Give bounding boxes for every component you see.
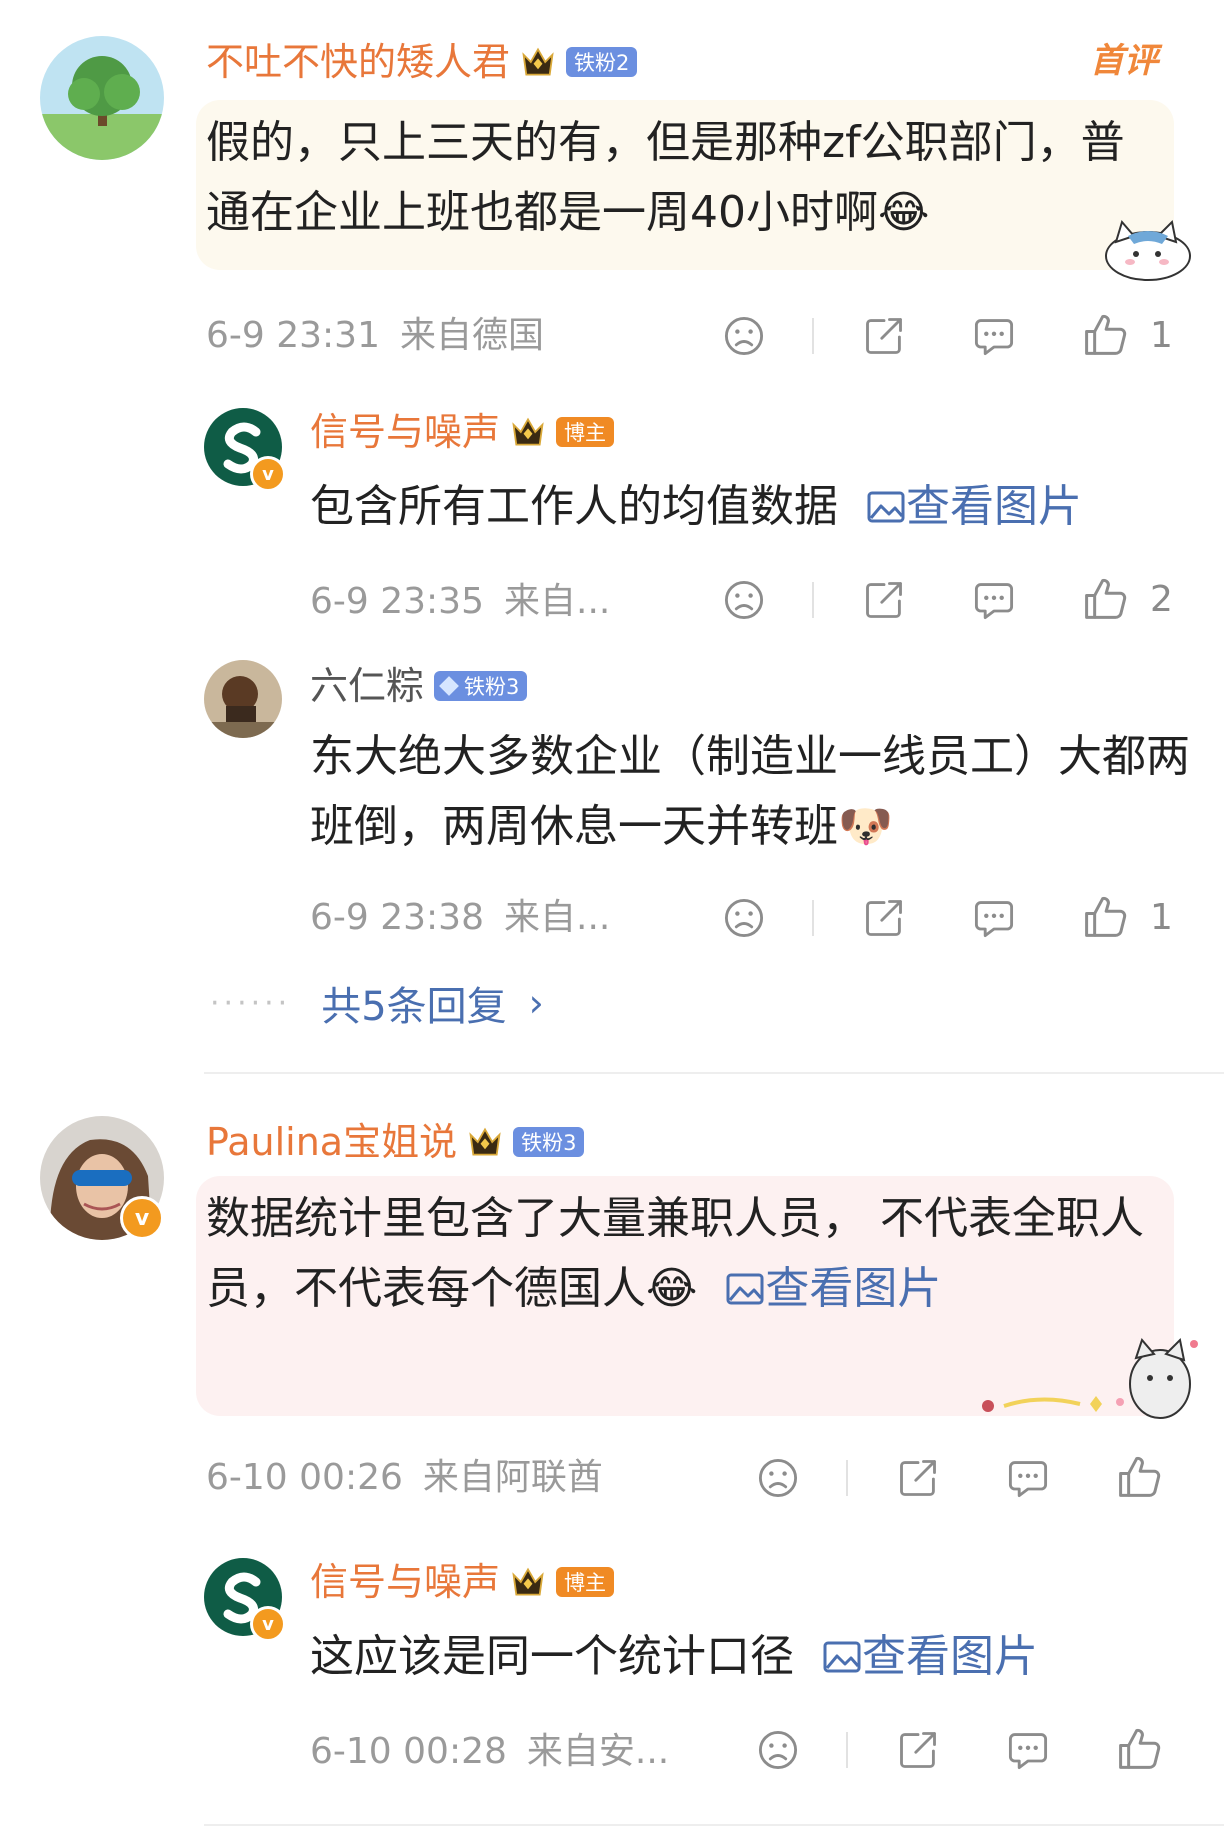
cat-sticker-icon [970, 1334, 1200, 1424]
fan-badge[interactable]: 铁粉2 [566, 47, 638, 77]
divider [846, 1732, 848, 1768]
like-count: 1 [1150, 897, 1173, 938]
chevron-right-icon: › [528, 981, 544, 1025]
reply-text: 包含所有工作人的均值数据 查看图片 [310, 472, 1190, 542]
view-image-label[interactable]: 查看图片 [862, 1631, 1038, 1682]
action-bar [0, 1726, 1224, 1774]
view-image-label[interactable]: 查看图片 [765, 1263, 941, 1314]
image-icon [822, 1637, 862, 1677]
share-icon[interactable] [862, 314, 906, 358]
reply-item: v 信号与噪声 博主 这应该是同一个统计口径 查看图片 6-10 00:28 来… [0, 1550, 1224, 1810]
like-count: 1 [1150, 315, 1173, 356]
comment-bubble-icon[interactable] [972, 896, 1016, 940]
more-replies-row[interactable]: ······ 共5条回复 › [210, 978, 544, 1030]
crown-icon [510, 1564, 546, 1600]
username-row: 信号与噪声 博主 [310, 1560, 615, 1604]
action-bar: 2 [0, 576, 1224, 624]
more-replies-link[interactable]: 共5条回复 [321, 974, 506, 1032]
divider [812, 318, 814, 354]
face-frown-icon[interactable] [756, 1728, 800, 1772]
fan-badge[interactable]: 铁粉3 [513, 1127, 585, 1157]
avatar[interactable] [204, 660, 282, 738]
comment-text: 假的，只上三天的有，但是那种zf公职部门，普通在企业上班也都是一周40小时啊😂 [206, 117, 1125, 238]
crown-icon [510, 414, 546, 450]
comment-bubble-icon[interactable] [972, 314, 1016, 358]
username[interactable]: 不吐不快的矮人君 [206, 43, 510, 81]
share-icon[interactable] [862, 896, 906, 940]
image-icon [866, 487, 906, 527]
username-row: 不吐不快的矮人君 铁粉2 [206, 40, 638, 84]
crown-icon [520, 44, 556, 80]
action-bar: 1 [0, 312, 1224, 360]
divider [812, 900, 814, 936]
verified-icon: v [250, 1606, 286, 1642]
face-frown-icon[interactable] [722, 578, 766, 622]
action-bar: 1 [0, 894, 1224, 942]
share-icon[interactable] [896, 1456, 940, 1500]
view-image-link[interactable]: 查看图片 [725, 1263, 941, 1314]
view-image-label[interactable]: 查看图片 [906, 481, 1082, 532]
reply-text: 东大绝大多数企业（制造业一线员工）大都两班倒，两周休息一天并转班🐶 [310, 731, 1190, 852]
verified-icon: v [120, 1196, 164, 1240]
face-frown-icon[interactable] [722, 896, 766, 940]
reply-text-content: 包含所有工作人的均值数据 [310, 481, 838, 532]
username-row: 信号与噪声 博主 [310, 410, 615, 454]
fan-badge[interactable]: 铁粉3 [434, 671, 528, 701]
divider [846, 1460, 848, 1496]
comment-card: 不吐不快的矮人君 铁粉2 首评 假的，只上三天的有，但是那种zf公职部门，普通在… [0, 0, 1224, 1070]
comment-text: 数据统计里包含了大量兼职人员， 不代表全职人员，不代表每个德国人😂 查看图片 [206, 1184, 1156, 1324]
thumbs-up-icon[interactable] [1082, 894, 1128, 940]
like-count: 2 [1150, 579, 1173, 620]
thumbs-up-icon[interactable] [1116, 1454, 1162, 1500]
blogger-badge[interactable]: 博主 [556, 1567, 615, 1597]
image-icon [725, 1269, 765, 1309]
comment-text-content: 数据统计里包含了大量兼职人员， 不代表全职人员，不代表每个德国人😂 [206, 1193, 1144, 1314]
username[interactable]: 六仁粽 [310, 667, 424, 705]
bottom-divider [204, 1824, 1224, 1826]
reply-item: v 信号与噪声 博主 包含所有工作人的均值数据 查看图片 6-9 23:35 来… [0, 400, 1224, 640]
action-bar [0, 1454, 1224, 1502]
username-row: Paulina宝姐说 铁粉3 [206, 1120, 585, 1164]
fan-badge-label: 铁粉3 [464, 675, 520, 699]
share-icon[interactable] [896, 1728, 940, 1772]
cat-sticker-icon [1098, 212, 1194, 284]
diamond-icon [439, 676, 459, 696]
comment-card: v Paulina宝姐说 铁粉3 数据统计里包含了大量兼职人员， 不代表全职人员… [0, 1090, 1224, 1838]
avatar[interactable] [40, 36, 164, 160]
view-image-link[interactable]: 查看图片 [822, 1631, 1038, 1682]
comment-bubble-icon[interactable] [972, 578, 1016, 622]
face-frown-icon[interactable] [756, 1456, 800, 1500]
reply-text-content: 这应该是同一个统计口径 [310, 1631, 794, 1682]
first-comment-tag: 首评 [1090, 41, 1158, 81]
ellipsis-dots: ······ [210, 985, 292, 1021]
thumbs-up-icon[interactable] [1082, 576, 1128, 622]
blogger-badge[interactable]: 博主 [556, 417, 615, 447]
username[interactable]: 信号与噪声 [310, 413, 500, 451]
username[interactable]: 信号与噪声 [310, 1563, 500, 1601]
thumbs-up-icon[interactable] [1082, 312, 1128, 358]
username[interactable]: Paulina宝姐说 [206, 1123, 457, 1161]
username-row: 六仁粽 铁粉3 [310, 664, 528, 708]
share-icon[interactable] [862, 578, 906, 622]
verified-icon: v [250, 456, 286, 492]
view-image-link[interactable]: 查看图片 [866, 481, 1082, 532]
crown-icon [467, 1124, 503, 1160]
face-frown-icon[interactable] [722, 314, 766, 358]
reply-text: 这应该是同一个统计口径 查看图片 [310, 1622, 1190, 1692]
divider [812, 582, 814, 618]
comment-bubble-icon[interactable] [1006, 1456, 1050, 1500]
comment-bubble-icon[interactable] [1006, 1728, 1050, 1772]
comment-divider [204, 1072, 1224, 1074]
thumbs-up-icon[interactable] [1116, 1726, 1162, 1772]
